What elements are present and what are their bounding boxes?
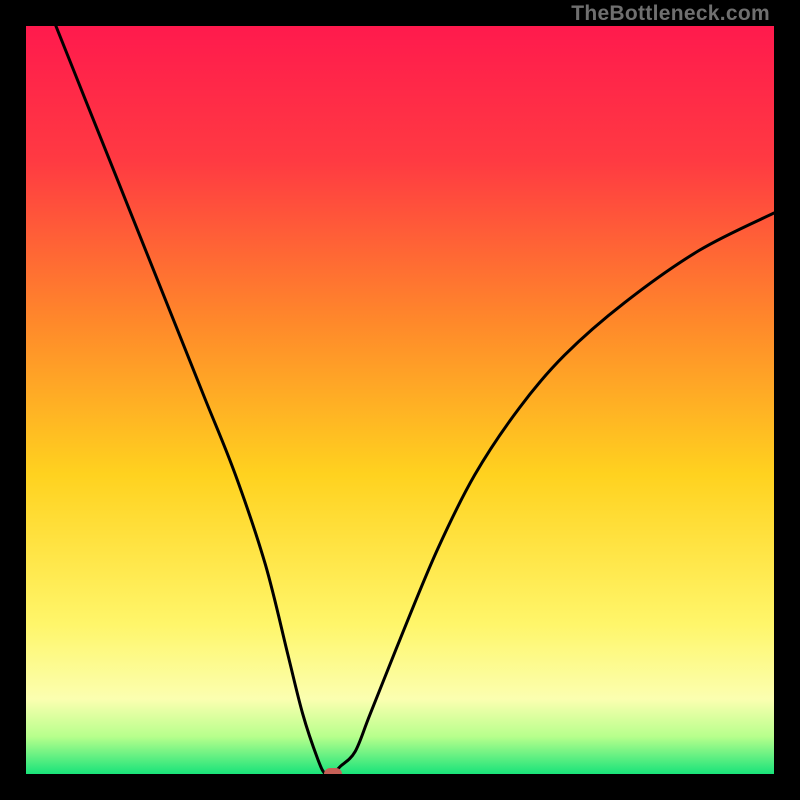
bottleneck-curve	[26, 26, 774, 774]
optimal-point-marker	[324, 768, 342, 774]
watermark-text: TheBottleneck.com	[571, 2, 770, 26]
chart-frame	[26, 26, 774, 774]
